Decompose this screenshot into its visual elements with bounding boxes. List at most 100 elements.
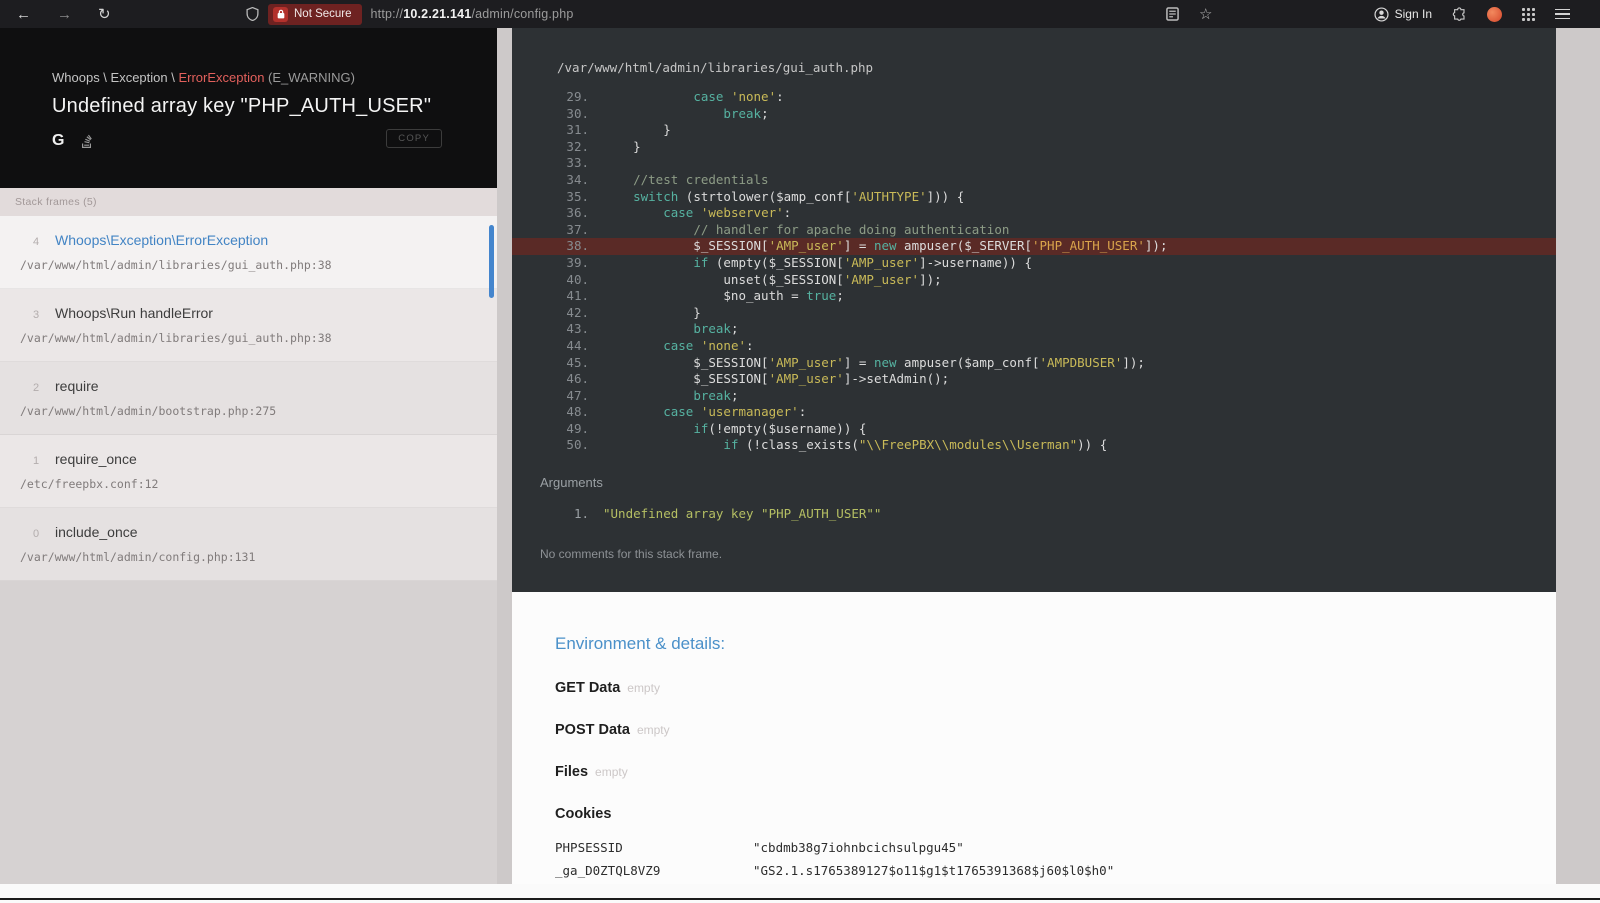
code-line: 31. }: [512, 122, 1556, 139]
stack-frame[interactable]: 1 require_once /etc/freepbx.conf:12: [0, 435, 497, 508]
line-number: 31.: [566, 122, 589, 138]
stack-frames-header: Stack frames (5): [0, 188, 497, 216]
line-number: 32.: [566, 138, 589, 154]
extensions-puzzle-icon[interactable]: [1452, 6, 1467, 22]
stack-frame[interactable]: 3 Whoops\Run handleError /var/www/html/a…: [0, 289, 497, 362]
line-number: 37.: [566, 221, 589, 237]
line-number: 50.: [566, 437, 589, 453]
line-code: case 'none':: [663, 337, 754, 353]
line-number: 43.: [566, 321, 589, 337]
browser-chrome: ← → ↻ Not Secure http://10.2.21.141/admi…: [0, 0, 1600, 28]
frame-number: 4: [33, 236, 40, 248]
stack-frame[interactable]: 0 include_once /var/www/html/admin/confi…: [0, 508, 497, 581]
code-line: 30. break;: [512, 106, 1556, 123]
code-line: 44. case 'none':: [512, 338, 1556, 355]
back-icon[interactable]: ←: [16, 7, 31, 22]
code-file-path: /var/www/html/admin/libraries/gui_auth.p…: [557, 60, 874, 75]
breadcrumb-severity: (E_WARNING): [264, 70, 355, 85]
environment-heading: Environment & details:: [555, 634, 726, 653]
url-text[interactable]: http://10.2.21.141/admin/config.php: [371, 7, 574, 21]
line-number: 42.: [566, 304, 589, 320]
page-actions: ☆: [1166, 0, 1212, 28]
cookie-row: PHPSESSID "cbdmb38g7iohnbcichsulpgu45": [555, 836, 1556, 859]
code-line: 42. }: [512, 305, 1556, 322]
env-row-get: GET Data empty: [555, 680, 1556, 696]
frame-title: Whoops\Run handleError: [55, 305, 213, 321]
frame-path: /var/www/html/admin/bootstrap.php:275: [20, 404, 277, 418]
apps-grid-icon[interactable]: [1522, 7, 1535, 21]
line-number: 49.: [566, 420, 589, 436]
env-empty-value: empty: [595, 765, 628, 779]
cookies-label: Cookies: [555, 806, 612, 822]
code-line: 32. }: [512, 139, 1556, 156]
frame-path: /etc/freepbx.conf:12: [20, 477, 159, 491]
shield-icon[interactable]: [246, 7, 259, 21]
code-line: 48. case 'usermanager':: [512, 404, 1556, 421]
extension-badge-icon[interactable]: [1487, 6, 1502, 22]
line-code: if(!empty($username)) {: [693, 420, 867, 436]
code-lines: 29. case 'none': 30. break; 31. } 32. } 33. 3…: [512, 89, 1556, 454]
code-line: 40. unset($_SESSION['AMP_user']);: [512, 272, 1556, 289]
address-bar[interactable]: Not Secure http://10.2.21.141/admin/conf…: [246, 0, 574, 28]
line-code: break;: [693, 387, 739, 403]
stack-frame[interactable]: 2 require /var/www/html/admin/bootstrap.…: [0, 362, 497, 435]
bookmark-star-icon[interactable]: ☆: [1199, 7, 1212, 22]
frame-path: /var/www/html/admin/libraries/gui_auth.p…: [20, 331, 332, 345]
frame-number: 3: [33, 309, 40, 321]
stack-frame[interactable]: 4 Whoops\Exception\ErrorException /var/w…: [0, 216, 497, 289]
line-number: 47.: [566, 387, 589, 403]
frame-path: /var/www/html/admin/config.php:131: [20, 550, 256, 564]
code-line: 43. break;: [512, 321, 1556, 338]
google-search-icon[interactable]: G: [52, 133, 64, 149]
code-line: 37. // handler for apache doing authenti…: [512, 222, 1556, 239]
browser-nav: ← → ↻: [16, 0, 111, 28]
reader-mode-icon[interactable]: [1166, 7, 1179, 21]
frame-number: 2: [33, 382, 40, 394]
copy-button[interactable]: COPY: [386, 129, 442, 148]
reload-icon[interactable]: ↻: [98, 7, 111, 22]
cookie-row: _ga_D0ZTQL8VZ9 "GS2.1.s1765389127$o11$g1…: [555, 859, 1556, 882]
cookie-key: PHPSESSID: [555, 840, 623, 855]
security-badge[interactable]: Not Secure: [268, 3, 362, 25]
line-code: unset($_SESSION['AMP_user']);: [603, 271, 942, 287]
security-badge-label: Not Secure: [294, 8, 352, 20]
code-line: 45. $_SESSION['AMP_user'] = new ampuser(…: [512, 355, 1556, 372]
line-code: $no_auth = true;: [603, 288, 844, 304]
line-number: 33.: [566, 155, 589, 171]
frames-scrollbar-thumb[interactable]: [489, 225, 494, 298]
code-line: 33.: [512, 155, 1556, 172]
line-code: $_SESSION['AMP_user'] = new ampuser($amp…: [603, 354, 1145, 370]
stackoverflow-search-icon[interactable]: [80, 134, 93, 149]
line-number: 30.: [566, 105, 589, 121]
exception-title: Undefined array key "PHP_AUTH_USER": [52, 95, 432, 117]
line-number: 44.: [566, 337, 589, 353]
menu-icon[interactable]: [1555, 8, 1570, 20]
exception-header: Whoops \ Exception \ ErrorException (E_W…: [0, 28, 497, 188]
line-number: 34.: [566, 171, 589, 187]
line-code: case 'usermanager':: [663, 404, 807, 420]
no-comments-note: No comments for this stack frame.: [540, 547, 723, 562]
line-code: switch (strtolower($amp_conf['AUTHTYPE']…: [633, 188, 965, 204]
breadcrumb-prefix: Whoops \ Exception \: [52, 70, 179, 85]
arguments-label: Arguments: [540, 475, 603, 491]
lock-icon: [273, 6, 288, 22]
line-number: 48.: [566, 404, 589, 420]
code-line: 50. if (!class_exists("\\FreePBX\\module…: [512, 437, 1556, 454]
line-code: }: [603, 122, 671, 138]
code-line: 29. case 'none':: [512, 89, 1556, 106]
toolbar-right: Sign In: [1374, 0, 1570, 28]
forward-icon[interactable]: →: [57, 7, 72, 22]
code-line: 49. if(!empty($username)) {: [512, 421, 1556, 438]
cookie-value: "GS2.1.s1765389127$o11$g1$t1765391368$j6…: [753, 863, 1115, 878]
line-number: 35.: [566, 188, 589, 204]
url-host: 10.2.21.141: [403, 7, 472, 21]
sign-in-button[interactable]: Sign In: [1374, 6, 1432, 22]
line-code: case 'webserver':: [663, 205, 792, 221]
exception-breadcrumb: Whoops \ Exception \ ErrorException (E_W…: [52, 70, 477, 85]
line-code: $_SESSION['AMP_user'] = new ampuser($_SE…: [603, 238, 1168, 254]
window-bottom-edge: [0, 898, 1600, 900]
line-number: 36.: [566, 205, 589, 221]
account-icon: [1374, 6, 1389, 22]
argument-value: "Undefined array key "PHP_AUTH_USER"": [603, 506, 882, 522]
cookie-value: "cbdmb38g7iohnbcichsulpgu45": [753, 840, 964, 855]
